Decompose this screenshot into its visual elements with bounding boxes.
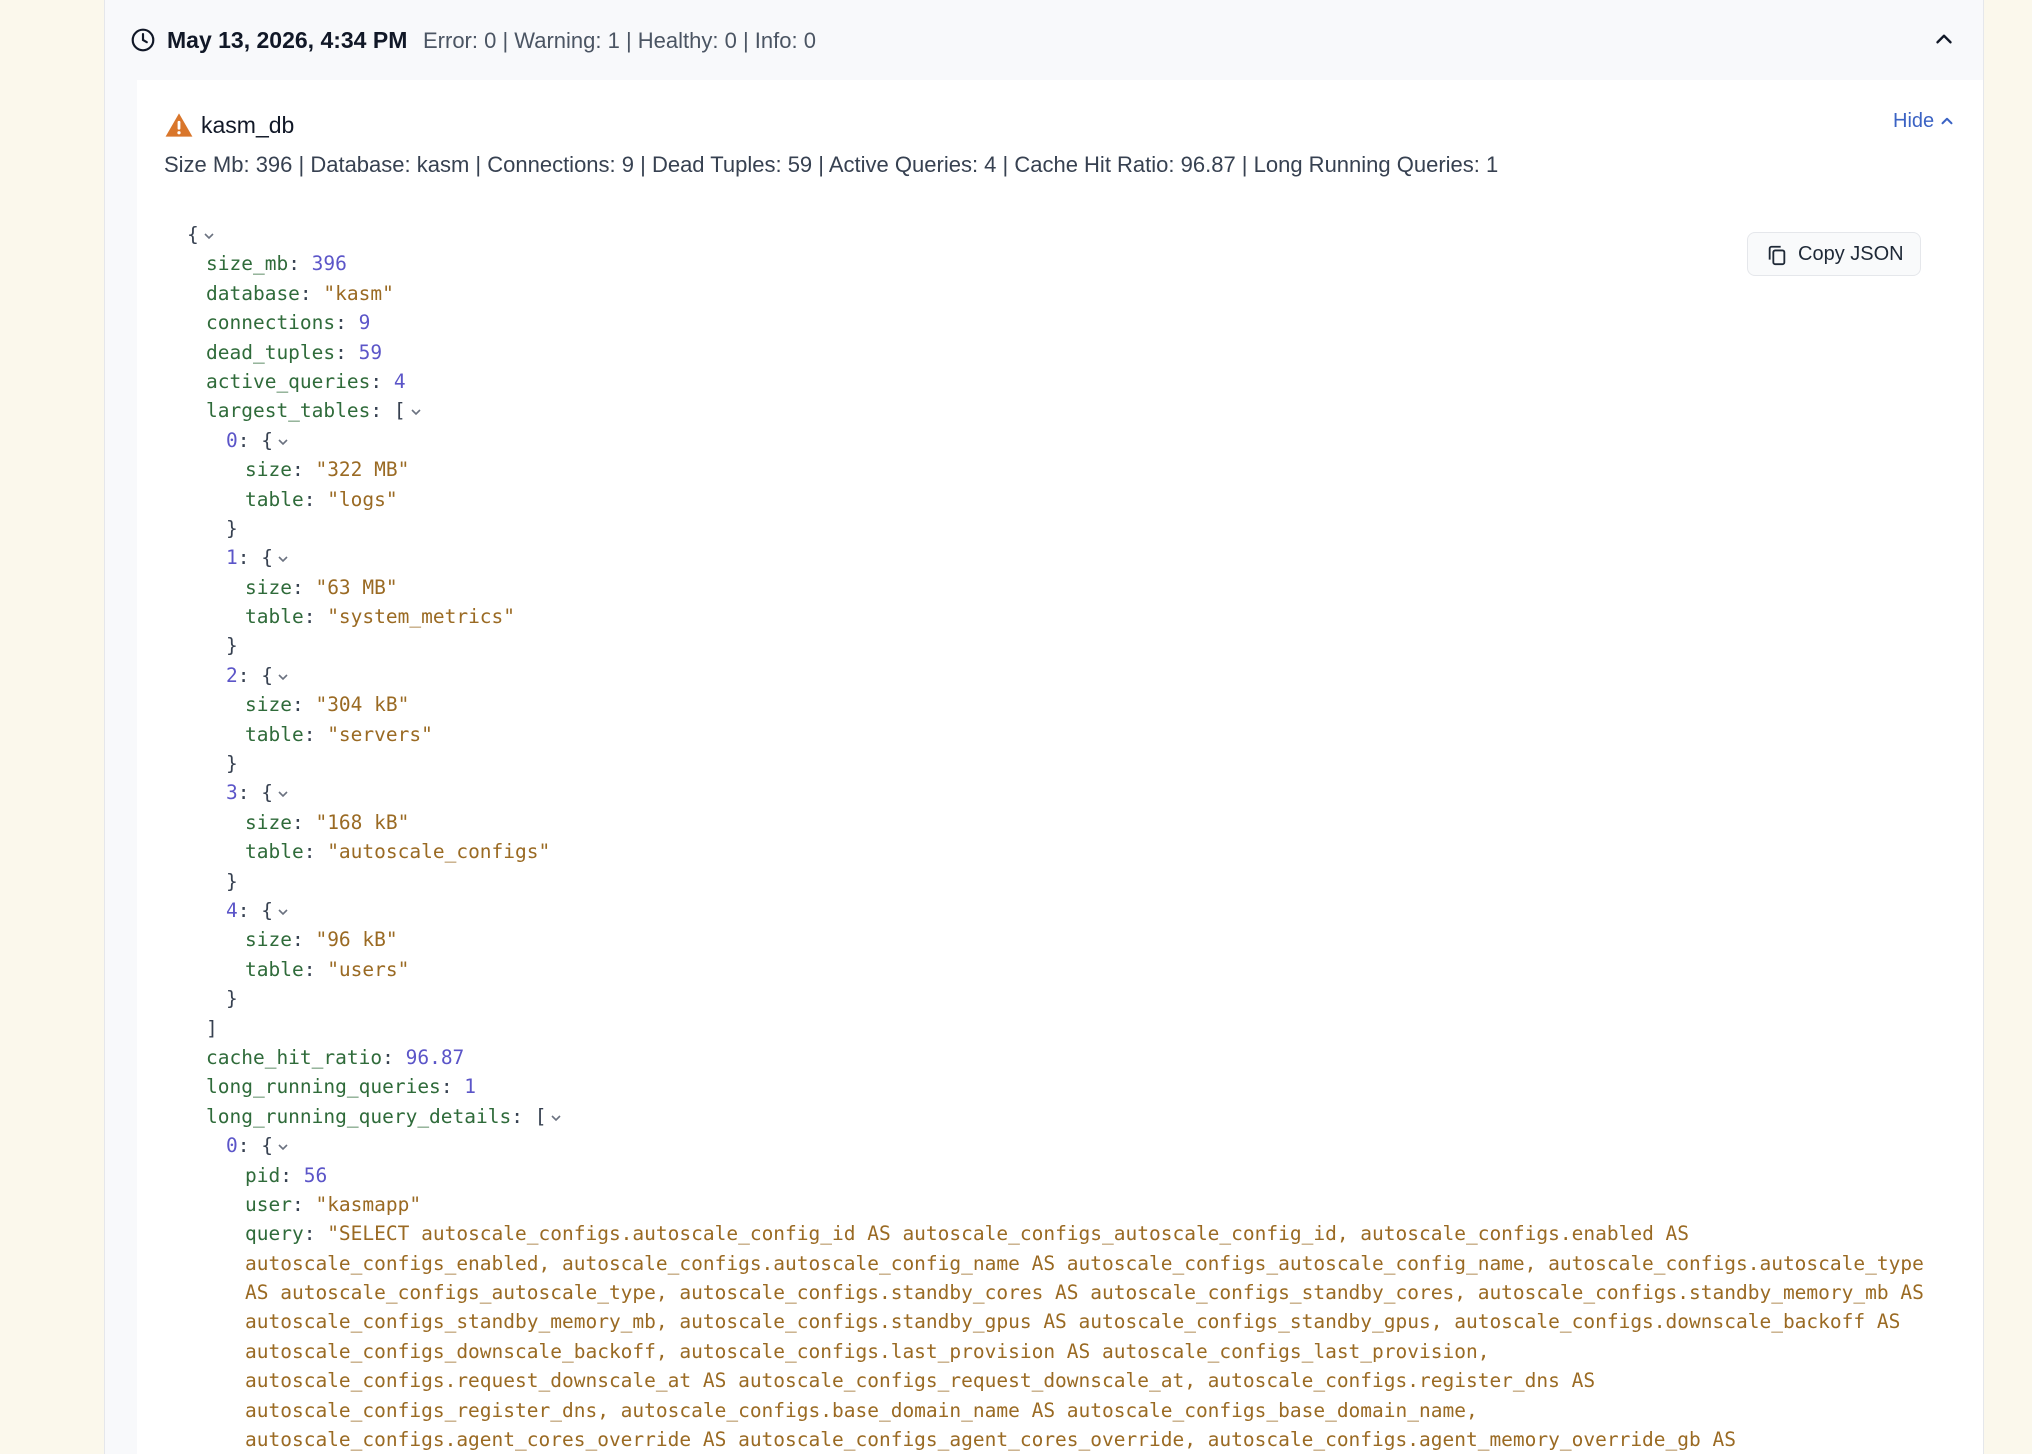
query-line: autoscale_configs_register_dns, autoscal… bbox=[245, 1398, 1478, 1422]
table-size-value: "322 MB" bbox=[315, 458, 410, 482]
json-line: } bbox=[226, 516, 238, 540]
check-summary: Size Mb: 396 | Database: kasm | Connecti… bbox=[164, 152, 1499, 177]
array-index: 0 bbox=[226, 428, 238, 452]
json-line: AS autoscale_configs_autoscale_type, aut… bbox=[137, 1278, 1957, 1307]
query-line: autoscale_configs.request_downscale_at A… bbox=[245, 1369, 1596, 1393]
chevron-down-icon[interactable] bbox=[275, 788, 291, 800]
run-timestamp: May 13, 2026, 4:34 PM bbox=[167, 27, 408, 53]
json-line: long_running_query_details: [ bbox=[137, 1102, 1957, 1131]
chevron-down-icon[interactable] bbox=[275, 671, 291, 683]
json-line: autoscale_configs.agent_cores_override A… bbox=[137, 1425, 1957, 1454]
query-line: autoscale_configs.agent_cores_override A… bbox=[245, 1428, 1736, 1452]
health-check-panel: May 13, 2026, 4:34 PM Error: 0 | Warning… bbox=[104, 0, 1984, 1454]
query-line: autoscale_configs_standby_memory_mb, aut… bbox=[245, 1310, 1901, 1334]
table-name-value: "servers" bbox=[327, 722, 433, 746]
cache-hit-ratio-value: 96.87 bbox=[405, 1045, 465, 1069]
json-line: autoscale_configs.request_downscale_at A… bbox=[137, 1366, 1957, 1395]
chevron-down-icon[interactable] bbox=[201, 230, 217, 242]
json-line: user: "kasmapp" bbox=[245, 1192, 422, 1216]
query-line: "SELECT autoscale_configs.autoscale_conf… bbox=[327, 1222, 1690, 1246]
status-counts: Error: 0 | Warning: 1 | Healthy: 0 | Inf… bbox=[423, 28, 816, 53]
array-index: 2 bbox=[226, 663, 238, 687]
json-line: table: "system_metrics" bbox=[245, 605, 516, 629]
json-line: autoscale_configs_downscale_backoff, aut… bbox=[137, 1337, 1957, 1366]
chevron-down-icon[interactable] bbox=[548, 1112, 564, 1124]
chevron-down-icon[interactable] bbox=[275, 906, 291, 918]
table-name-value: "users" bbox=[327, 957, 410, 981]
json-line: table: "users" bbox=[245, 957, 410, 981]
json-line: autoscale_configs_standby_memory_mb, aut… bbox=[137, 1307, 1957, 1336]
json-line: ] bbox=[206, 1016, 218, 1040]
json-line: size: "96 kB" bbox=[245, 928, 398, 952]
json-line: active_queries: 4 bbox=[206, 369, 406, 393]
database-value: "kasm" bbox=[323, 281, 394, 305]
array-index: 1 bbox=[226, 546, 238, 570]
chevron-down-icon[interactable] bbox=[275, 553, 291, 565]
active-queries-value: 4 bbox=[393, 369, 406, 393]
hide-button[interactable]: Hide bbox=[1893, 110, 1956, 133]
indent-stripe bbox=[105, 80, 137, 1454]
table-name-value: "logs" bbox=[327, 487, 398, 511]
json-line: autoscale_configs_enabled, autoscale_con… bbox=[137, 1249, 1957, 1278]
json-line: table: "servers" bbox=[245, 722, 433, 746]
json-line: size: "168 kB" bbox=[245, 810, 410, 834]
json-line: largest_tables: [ bbox=[137, 396, 1957, 425]
query-line: autoscale_configs_enabled, autoscale_con… bbox=[245, 1251, 1924, 1275]
json-line: size: "322 MB" bbox=[245, 458, 410, 482]
json-line: 1: { bbox=[137, 543, 1957, 572]
json-line: } bbox=[226, 634, 238, 658]
size-mb-value: 396 bbox=[311, 252, 347, 276]
json-line: 4: { bbox=[137, 896, 1957, 925]
json-line: 0: { bbox=[137, 1131, 1957, 1160]
json-line: } bbox=[226, 869, 238, 893]
chevron-up-icon[interactable] bbox=[1931, 26, 1957, 52]
json-line: size_mb: 396 bbox=[206, 252, 347, 276]
json-line: query: "SELECT autoscale_configs.autosca… bbox=[245, 1222, 1690, 1246]
json-line: } bbox=[226, 987, 238, 1011]
json-line: dead_tuples: 59 bbox=[206, 340, 383, 364]
chevron-down-icon[interactable] bbox=[408, 406, 424, 418]
json-line: database: "kasm" bbox=[206, 281, 394, 305]
json-line: table: "autoscale_configs" bbox=[245, 840, 551, 864]
json-line: long_running_queries: 1 bbox=[206, 1075, 477, 1099]
chevron-down-icon[interactable] bbox=[275, 1141, 291, 1153]
check-name: kasm_db bbox=[201, 112, 295, 138]
pid-value: 56 bbox=[303, 1163, 328, 1187]
hide-button-label: Hide bbox=[1893, 110, 1935, 132]
array-index: 3 bbox=[226, 781, 238, 805]
json-line: connections: 9 bbox=[206, 311, 371, 335]
connections-value: 9 bbox=[358, 311, 371, 335]
table-size-value: "304 kB" bbox=[315, 693, 410, 717]
dead-tuples-value: 59 bbox=[358, 340, 383, 364]
json-viewer: { size_mb: 396 database: "kasm" connecti… bbox=[137, 220, 1957, 1454]
array-index: 4 bbox=[226, 898, 238, 922]
table-name-value: "autoscale_configs" bbox=[327, 840, 551, 864]
json-line: size: "304 kB" bbox=[245, 693, 410, 717]
json-line: size: "63 MB" bbox=[245, 575, 398, 599]
chevron-down-icon[interactable] bbox=[275, 436, 291, 448]
json-line: 2: { bbox=[137, 661, 1957, 690]
json-line: { bbox=[137, 220, 1957, 249]
warning-icon bbox=[165, 113, 193, 137]
json-line: table: "logs" bbox=[245, 487, 398, 511]
json-line: 0: { bbox=[137, 426, 1957, 455]
table-size-value: "168 kB" bbox=[315, 810, 410, 834]
json-line: } bbox=[226, 752, 238, 776]
table-size-value: "63 MB" bbox=[315, 575, 398, 599]
check-result-card: kasm_db Hide Size Mb: 396 | Database: ka… bbox=[137, 80, 1983, 1454]
long-running-queries-value: 1 bbox=[464, 1075, 477, 1099]
json-line: cache_hit_ratio: 96.87 bbox=[206, 1045, 465, 1069]
table-size-value: "96 kB" bbox=[315, 928, 398, 952]
query-line: AS autoscale_configs_autoscale_type, aut… bbox=[245, 1281, 1924, 1305]
json-line: pid: 56 bbox=[245, 1163, 328, 1187]
table-name-value: "system_metrics" bbox=[327, 605, 516, 629]
clock-icon bbox=[131, 28, 155, 52]
json-line: autoscale_configs_register_dns, autoscal… bbox=[137, 1396, 1957, 1425]
check-run-header[interactable]: May 13, 2026, 4:34 PM Error: 0 | Warning… bbox=[105, 0, 1983, 81]
user-value: "kasmapp" bbox=[315, 1192, 422, 1216]
array-index: 0 bbox=[226, 1134, 238, 1158]
chevron-up-icon bbox=[1941, 117, 1953, 125]
json-line: 3: { bbox=[137, 778, 1957, 807]
query-line: autoscale_configs_downscale_backoff, aut… bbox=[245, 1339, 1490, 1363]
